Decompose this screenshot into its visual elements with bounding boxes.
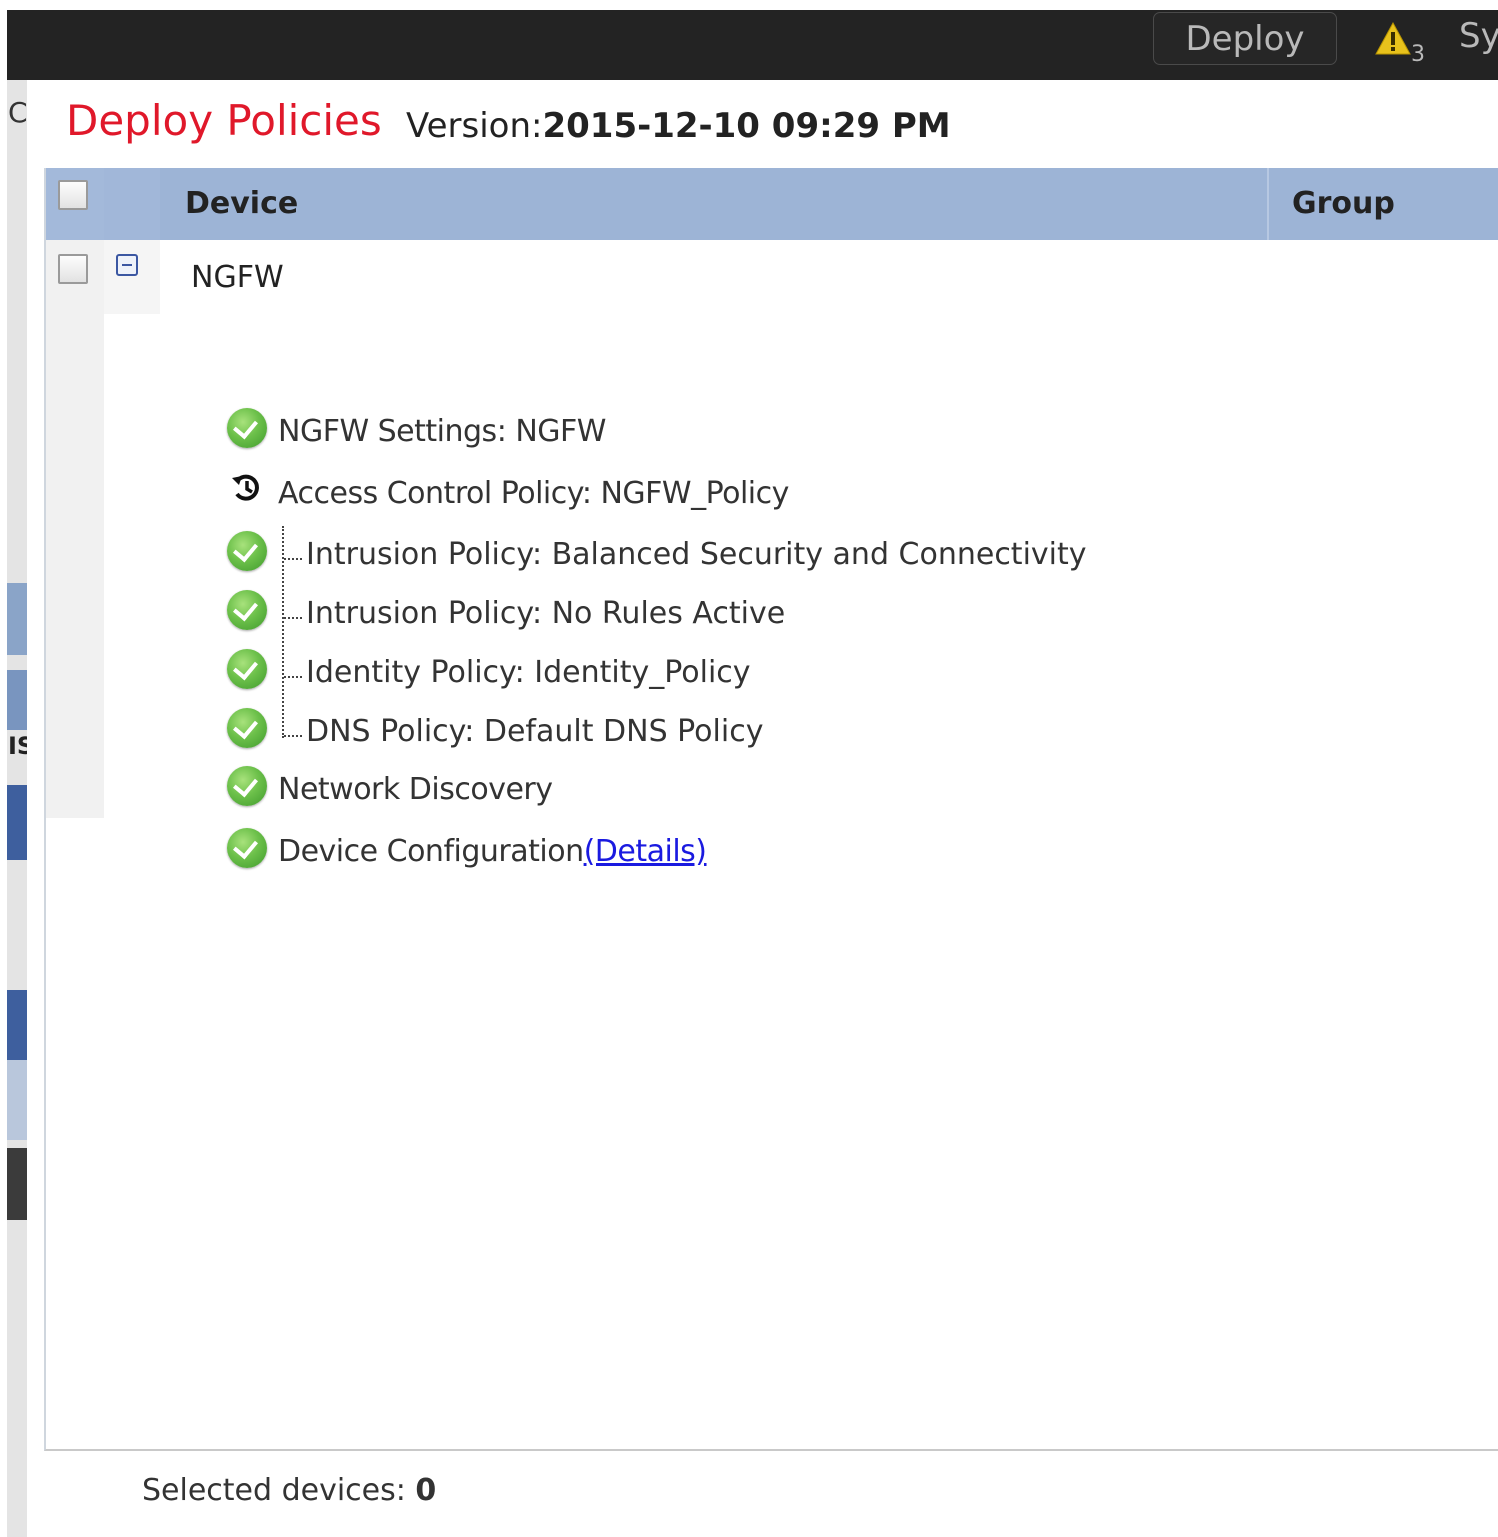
policy-item-label: DNS Policy: Default DNS Policy [306, 714, 764, 749]
background-nav-block [7, 583, 27, 655]
background-nav-block [7, 990, 27, 1060]
background-text: C [8, 96, 28, 129]
column-separator [1267, 168, 1269, 240]
version-info: Version:2015-12-10 09:29 PM [406, 106, 951, 146]
header-expand-cell [104, 168, 160, 240]
background-nav-block [7, 670, 27, 730]
policy-item-label: Device Configuration(Details) [278, 834, 707, 869]
policy-item-label: Network Discovery [278, 772, 553, 807]
tree-connector [284, 676, 302, 678]
deploy-button[interactable]: Deploy [1153, 12, 1337, 65]
header-checkbox-cell [46, 168, 104, 240]
tree-connector [284, 558, 302, 560]
selected-devices-label: Selected devices: [142, 1473, 406, 1508]
policy-item-label: Identity Policy: Identity_Policy [306, 655, 751, 690]
device-grid: Device Group NGFW NGFW Settings: NGFW Ac… [44, 168, 1498, 1451]
warning-triangle-icon [1375, 22, 1411, 55]
row-expand-gutter [104, 240, 160, 314]
selected-devices-count: 0 [415, 1473, 437, 1508]
column-header-group[interactable]: Group [1292, 186, 1395, 221]
top-bar: Deploy 3 Sy [7, 10, 1498, 80]
version-value: 2015-12-10 09:29 PM [542, 106, 951, 146]
dialog-header: Deploy Policies Version:2015-12-10 09:29… [27, 80, 1498, 168]
page-edge [0, 0, 7, 1537]
tree-connector [284, 735, 302, 737]
column-header-device[interactable]: Device [185, 186, 298, 221]
collapse-icon[interactable] [116, 254, 138, 276]
selected-devices-status: Selected devices: 0 [142, 1473, 436, 1508]
grid-header: Device Group [46, 168, 1498, 240]
details-link[interactable]: (Details) [584, 834, 707, 869]
select-all-checkbox[interactable] [58, 180, 88, 210]
check-circle-icon [227, 408, 267, 448]
check-circle-icon [227, 828, 267, 868]
background-nav-block [7, 1060, 27, 1140]
policy-item-label: Intrusion Policy: Balanced Security and … [306, 537, 1087, 572]
background-nav-block [7, 785, 27, 860]
check-circle-icon [227, 708, 267, 748]
device-configuration-label: Device Configuration [278, 834, 584, 869]
history-icon [232, 474, 259, 501]
device-row-checkbox[interactable] [58, 254, 88, 284]
system-menu[interactable]: Sy [1459, 16, 1498, 56]
row-select-gutter [46, 240, 104, 818]
deploy-policies-dialog: Deploy Policies Version:2015-12-10 09:29… [27, 80, 1498, 1537]
check-circle-icon [227, 766, 267, 806]
check-circle-icon [227, 531, 267, 571]
alert-count: 3 [1411, 42, 1425, 67]
background-nav-block [7, 1148, 27, 1220]
check-circle-icon [227, 649, 267, 689]
check-circle-icon [227, 590, 267, 630]
alerts-button[interactable]: 3 [1375, 20, 1435, 70]
tree-connector [284, 617, 302, 619]
policy-item-label: NGFW Settings: NGFW [278, 414, 606, 449]
policy-item-label: Intrusion Policy: No Rules Active [306, 596, 786, 631]
dialog-title: Deploy Policies [66, 96, 382, 145]
version-label: Version: [406, 106, 543, 146]
device-name: NGFW [191, 260, 284, 295]
policy-item-label: Access Control Policy: NGFW_Policy [278, 476, 789, 511]
